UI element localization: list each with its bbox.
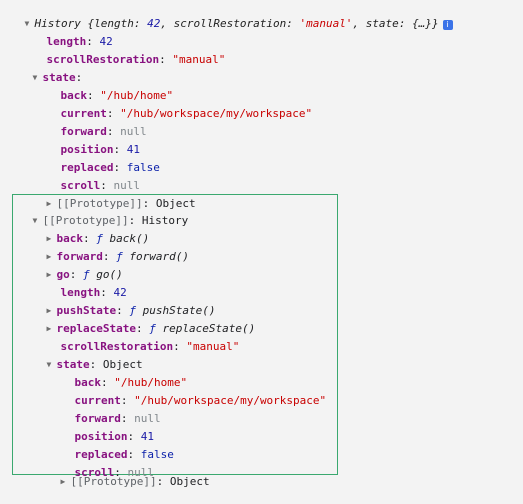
method-back[interactable]: ▶ back: ƒ back(): [20, 216, 150, 245]
property-state[interactable]: ▼ state:: [6, 55, 83, 84]
state-prototype[interactable]: ▶ [[Prototype]]: Object: [20, 181, 196, 210]
prototype-length: length: 42: [60, 286, 127, 299]
prototype-scrollrestoration: scrollRestoration: "manual": [60, 340, 240, 353]
state-back: back: "/hub/home": [60, 89, 174, 102]
info-icon[interactable]: i: [442, 20, 453, 30]
prototype-state-forward: forward: null: [74, 412, 161, 425]
state-position: position: 41: [60, 143, 140, 156]
history-prototype[interactable]: ▼ [[Prototype]]: History: [6, 198, 189, 227]
method-go[interactable]: ▶ go: ƒ go(): [20, 252, 123, 281]
state-replaced: replaced: false: [60, 161, 160, 174]
devtools-console-output: ▼ History {length: 42, scrollRestoration:…: [0, 0, 523, 488]
method-replacestate[interactable]: ▶ replaceState: ƒ replaceState(): [20, 306, 256, 335]
prototype-state-replaced: replaced: false: [74, 448, 174, 461]
property-length: length: 42: [46, 35, 113, 48]
prototype-state-prototype[interactable]: ▶ [[Prototype]]: Object: [34, 459, 210, 488]
prototype-state[interactable]: ▼ state: Object: [20, 342, 143, 371]
state-forward: forward: null: [60, 125, 147, 138]
method-forward[interactable]: ▶ forward: ƒ forward(): [20, 234, 189, 263]
method-pushstate[interactable]: ▶ pushState: ƒ pushState(): [20, 288, 216, 317]
property-scrollrestoration: scrollRestoration: "manual": [46, 53, 226, 66]
collapsed-triangle-icon[interactable]: ▶: [61, 474, 71, 489]
history-summary-row[interactable]: ▼ History {length: 42, scrollRestoration:…: [0, 1, 453, 30]
prototype-state-position: position: 41: [74, 430, 154, 443]
prototype-state-current: current: "/hub/workspace/my/workspace": [74, 394, 327, 407]
state-current: current: "/hub/workspace/my/workspace": [60, 107, 313, 120]
prototype-state-back: back: "/hub/home": [74, 376, 188, 389]
state-scroll: scroll: null: [60, 179, 141, 192]
